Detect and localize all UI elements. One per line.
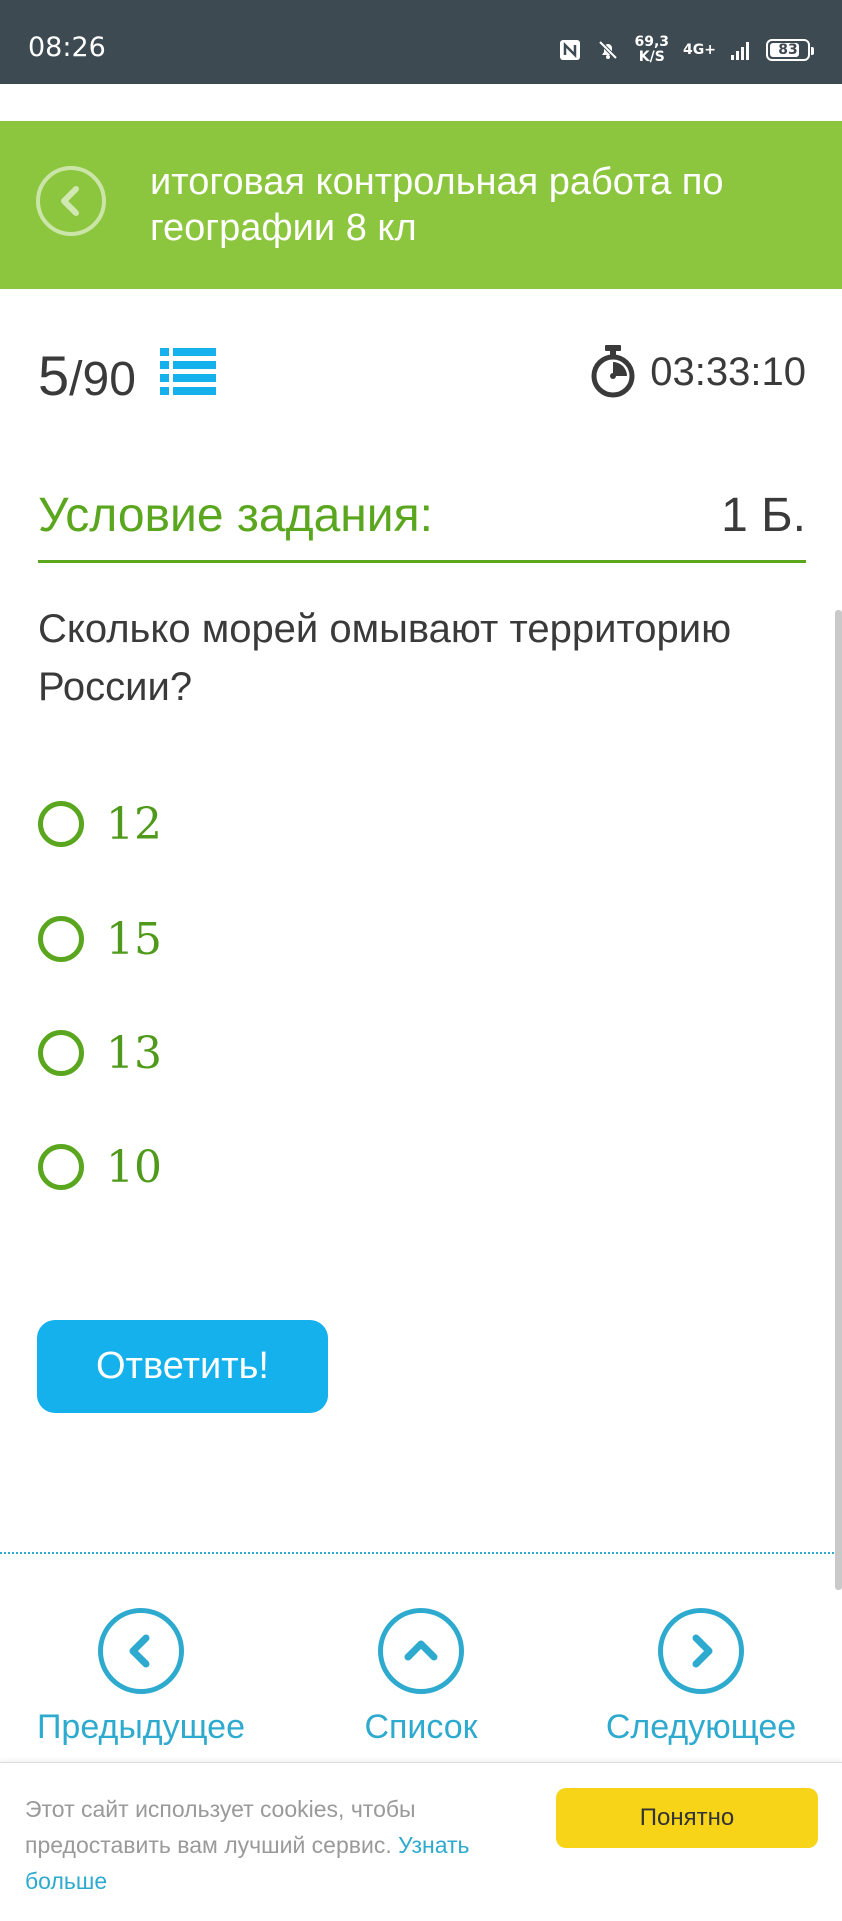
answer-option[interactable]: 10 [38, 1137, 162, 1197]
question-list-button[interactable]: Список [291, 1608, 551, 1747]
cookie-accept-button[interactable]: Понятно [556, 1788, 818, 1848]
previous-label[interactable]: Предыдущее [37, 1708, 245, 1747]
network-type: 4G+ [683, 42, 716, 58]
previous-question-button[interactable]: Предыдущее [11, 1608, 271, 1747]
chevron-left-icon [129, 1634, 150, 1668]
answer-option[interactable]: 13 [38, 1023, 162, 1083]
cookie-banner: Этот сайт использует cookies, чтобы пред… [0, 1762, 842, 1921]
chevron-up-icon [404, 1640, 438, 1661]
previous-circle[interactable] [98, 1608, 184, 1694]
network-speed-value: 69,3 [634, 34, 670, 50]
question-text: Сколько морей омывают территорию России? [38, 607, 732, 709]
network-speed: 69,3 K/S [634, 35, 669, 65]
chevron-left-icon [61, 186, 79, 216]
muted-bell-icon [599, 40, 618, 60]
stopwatch-icon [591, 345, 635, 398]
radio-button[interactable] [38, 916, 84, 962]
next-circle[interactable] [658, 1608, 744, 1694]
scrollbar[interactable] [835, 610, 842, 1590]
nfc-icon [560, 40, 581, 60]
cookie-text-block: Этот сайт использует cookies, чтобы пред… [25, 1791, 525, 1899]
answer-option-label: 15 [106, 913, 162, 965]
submit-answer-button[interactable]: Ответить! [37, 1320, 328, 1413]
list-icon[interactable] [160, 347, 216, 397]
question-counter: 5/90 [38, 343, 136, 408]
radio-button[interactable] [38, 1030, 84, 1076]
list-label[interactable]: Список [364, 1708, 477, 1747]
status-bar: 08:26 69,3 K/S 4G+ 83 [0, 0, 842, 84]
answer-option[interactable]: 12 [38, 794, 162, 854]
total-questions: /90 [69, 353, 136, 406]
next-label[interactable]: Следующее [606, 1708, 796, 1747]
answer-option-label: 10 [106, 1141, 162, 1193]
task-heading-title: Условие задания: [38, 489, 433, 542]
battery-icon: 83 [766, 39, 814, 61]
answer-option-label: 12 [106, 798, 162, 850]
chevron-right-icon [692, 1634, 713, 1668]
status-time: 08:26 [28, 32, 106, 63]
timer-value: 03:33:10 [650, 349, 806, 394]
current-question-number: 5 [38, 344, 70, 407]
dotted-divider [0, 1552, 842, 1554]
task-points: 1 Б. [721, 489, 806, 542]
answer-option-label: 13 [106, 1027, 162, 1079]
battery-level: 83 [778, 42, 798, 58]
answer-option[interactable]: 15 [38, 909, 162, 969]
list-circle[interactable] [378, 1608, 464, 1694]
page-title: итоговая контрольная работа по географии… [150, 161, 724, 249]
back-button[interactable] [36, 166, 106, 236]
timer: 03:33:10 [590, 345, 806, 399]
radio-button[interactable] [38, 1144, 84, 1190]
page-header: итоговая контрольная работа по географии… [0, 121, 842, 289]
network-speed-unit: K/S [638, 49, 665, 65]
task-heading: Условие задания: 1 Б. [38, 480, 806, 563]
status-icons: 69,3 K/S 4G+ 83 [558, 30, 814, 70]
signal-icon [731, 42, 749, 60]
next-question-button[interactable]: Следующее [571, 1608, 831, 1747]
cookie-message: Этот сайт использует cookies, чтобы пред… [25, 1796, 416, 1858]
radio-button[interactable] [38, 801, 84, 847]
